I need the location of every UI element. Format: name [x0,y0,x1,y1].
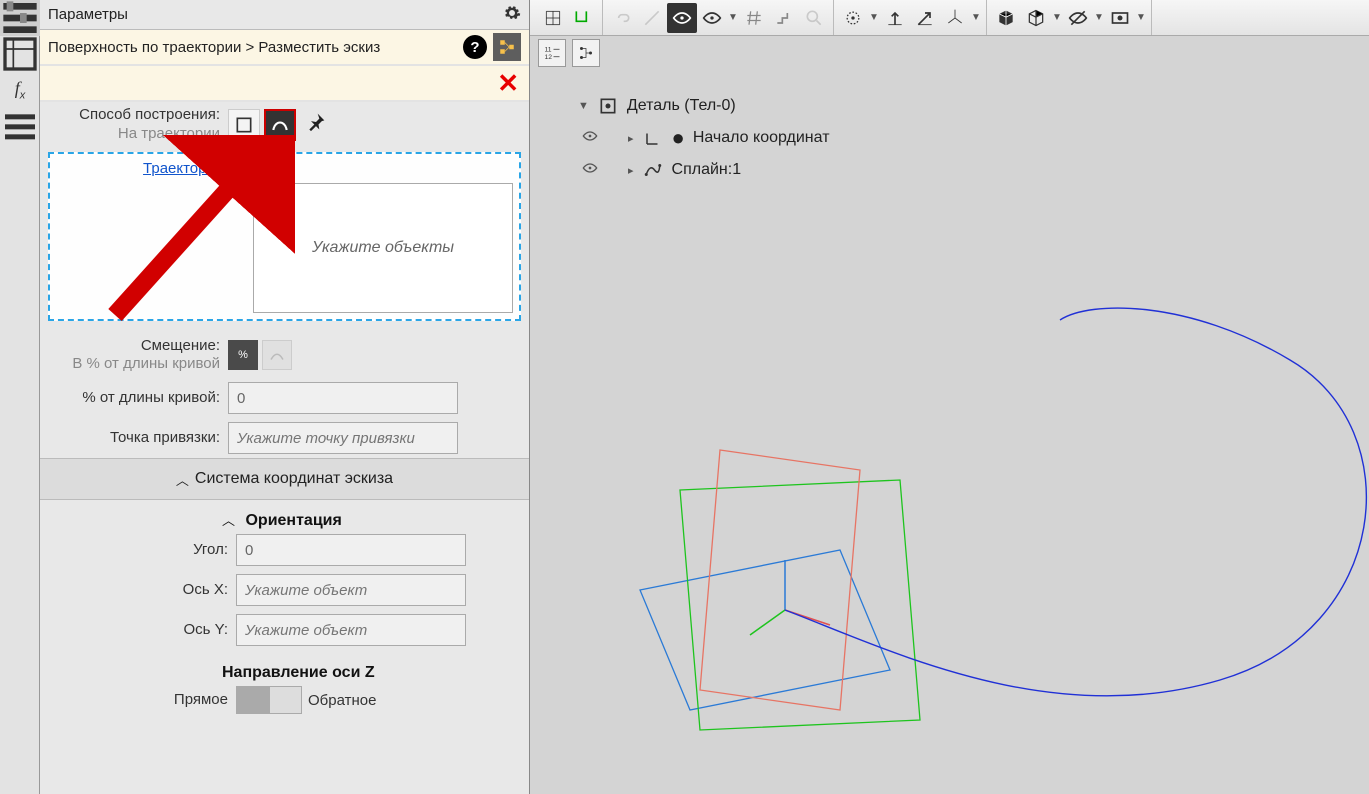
tree-branch-icon[interactable] [572,39,600,67]
z-dir-header: Направление оси Z [48,664,521,682]
axis-y-input[interactable] [236,614,466,646]
rail-fx-icon[interactable]: fx [0,72,40,108]
eye-icon[interactable] [697,3,727,33]
axis-x-row: Ось X: [48,570,521,610]
tree-toggle-icon[interactable] [493,33,521,61]
z-direction-toggle[interactable] [236,686,302,714]
anchor-label: Точка привязки: [110,429,220,446]
zoom-icon [799,3,829,33]
coords-section-label: Система координат эскиза [195,470,393,488]
orientation-header[interactable]: ︿ Ориентация [48,510,521,530]
dropdown-icon[interactable]: ▼ [1093,12,1105,23]
anchor-row: Точка привязки: [40,418,529,458]
dropdown-icon[interactable]: ▼ [727,12,739,23]
dropdown-icon[interactable]: ▼ [1135,12,1147,23]
method-trajectory-button[interactable] [264,109,296,141]
z-fwd-label: Прямое [174,691,228,708]
dropdown-icon[interactable]: ▼ [1051,12,1063,23]
z-dir-row: Прямое Обратное [48,682,521,718]
build-method-row: Способ построения: На траектории [40,102,529,148]
pct-input[interactable] [228,382,458,414]
offset-label: Смещение: [141,337,220,354]
parameters-panel: Параметры Поверхность по траектории > Ра… [40,0,530,794]
top-toolbar: ▼ ▼ ▼ ▼ ▼ ▼ [530,0,1369,36]
angle-label: Угол: [193,541,228,558]
objects-area[interactable]: Укажите объекты [253,183,513,313]
build-method-sub: На траектории [118,125,220,142]
viewport-3d[interactable] [530,70,1369,794]
offset-percent-button[interactable]: % [228,340,258,370]
breadcrumb-text: Поверхность по траектории > Разместить э… [48,39,380,56]
axis-x-label: Ось X: [183,581,228,598]
angle-row: Угол: [48,530,521,570]
axis3-icon[interactable] [940,3,970,33]
z-rev-label: Обратное [308,692,376,709]
orbit-icon[interactable] [838,3,868,33]
close-icon[interactable]: ✕ [497,68,519,99]
objects-placeholder: Укажите объекты [312,239,454,257]
rail-menu-icon[interactable] [0,108,40,144]
gear-icon[interactable] [503,4,521,26]
z-dir-label: Направление оси Z [222,664,375,681]
profile-icon[interactable] [568,3,598,33]
method-plane-button[interactable] [228,109,260,141]
cube-solid-icon[interactable] [991,3,1021,33]
angle-input[interactable] [236,534,466,566]
help-icon[interactable]: ? [463,35,487,59]
axis-x-input[interactable] [236,574,466,606]
pct-label: % от длины кривой: [82,389,220,406]
offset-row: Смещение: В % от длины кривой % [40,333,529,379]
svg-text:12: 12 [545,54,553,61]
edge-icon [637,3,667,33]
axis1-icon[interactable] [880,3,910,33]
pin-icon[interactable] [306,112,326,138]
offset-sublabel: В % от длины кривой [72,355,220,372]
chevron-up-icon: ︿ [222,513,235,528]
axis-y-label: Ось Y: [184,621,229,638]
build-method-label: Способ построения: [79,106,220,123]
hash-icon[interactable] [739,3,769,33]
step-icon[interactable] [769,3,799,33]
breadcrumb: Поверхность по траектории > Разместить э… [40,30,529,66]
offset-curve-button[interactable] [262,340,292,370]
orientation-label: Ориентация [245,512,341,529]
rail-tree-icon[interactable] [0,36,40,72]
dropdown-icon[interactable]: ▼ [970,12,982,23]
sub-toolbar: 1112 [530,36,608,70]
pct-row: % от длины кривой: [40,378,529,418]
chevron-up-icon: ︿ [176,470,189,489]
panel-title: Параметры [48,6,128,23]
grid-icon[interactable] [538,3,568,33]
orientation-section: ︿ Ориентация Угол: Ось X: Ось Y: Направл… [40,500,529,728]
list-numbered-icon[interactable]: 1112 [538,39,566,67]
axis2-icon[interactable] [910,3,940,33]
anchor-input[interactable] [228,422,458,454]
panel-header: Параметры [40,0,529,30]
cube-wire-icon[interactable] [1021,3,1051,33]
trajectory-box: Траектория Укажите объекты [48,152,521,321]
coords-section-header[interactable]: ︿ Система координат эскиза [40,458,529,500]
close-row: ✕ [40,66,529,102]
left-rail: fx [0,0,40,794]
trajectory-link[interactable]: Траектория [56,160,223,177]
rail-parameters-icon[interactable] [0,0,40,36]
dropdown-icon[interactable]: ▼ [868,12,880,23]
svg-text:11: 11 [545,47,552,54]
eye-box-icon[interactable] [1105,3,1135,33]
link-icon [607,3,637,33]
eye-active-icon[interactable] [667,3,697,33]
axis-y-row: Ось Y: [48,610,521,650]
hide-icon[interactable] [1063,3,1093,33]
